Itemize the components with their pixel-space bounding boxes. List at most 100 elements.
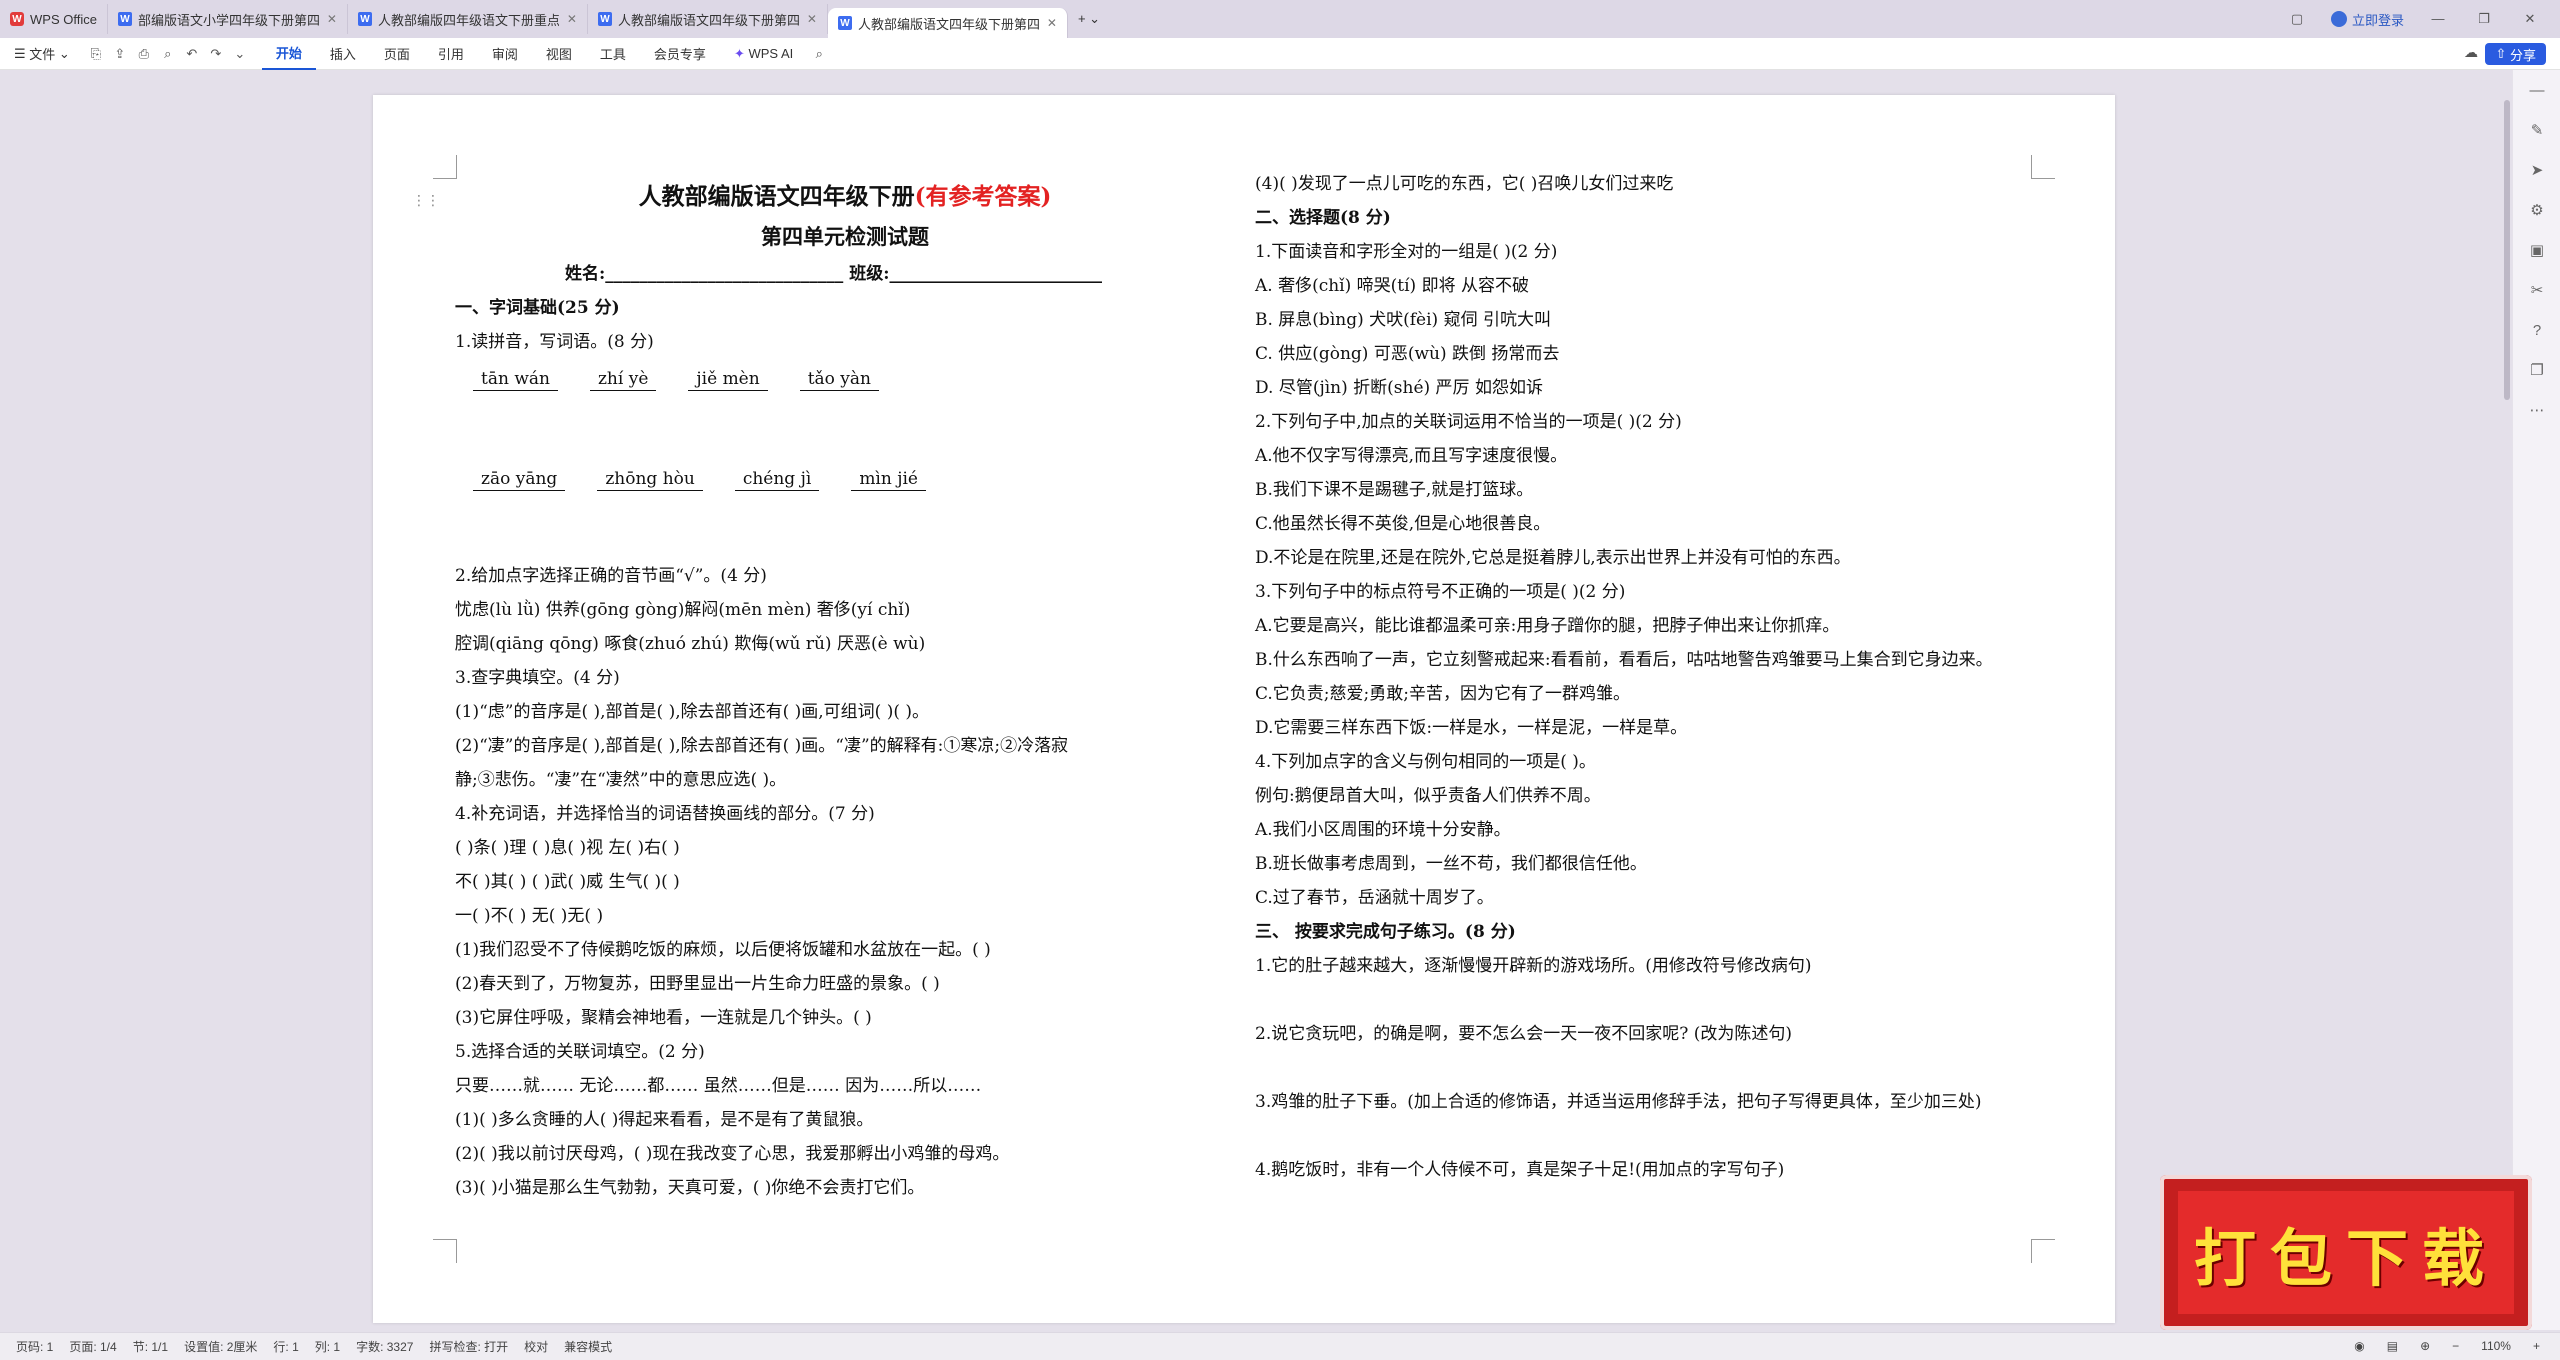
text-line: C. 供应(gòng) 可恶(wù) 跌倒 扬常而去: [1255, 344, 1560, 364]
ribbon-tab-3[interactable]: 引用: [424, 38, 478, 70]
ribbon-tab-1[interactable]: 插入: [316, 38, 370, 70]
cloud-icon[interactable]: ☁: [2464, 44, 2478, 61]
export-icon[interactable]: ⇪: [112, 46, 128, 62]
ribbon-tab-2[interactable]: 页面: [370, 38, 424, 70]
text-line: 三、 按要求完成句子练习。(8 分): [1255, 922, 1516, 942]
login-button[interactable]: 立即登录: [2330, 10, 2404, 29]
text-line: 5.选择合适的关联词填空。(2 分): [455, 1042, 705, 1062]
eye-icon[interactable]: ◉: [2354, 1339, 2364, 1353]
share-button[interactable]: ⇧ 分享: [2485, 43, 2546, 65]
status-item[interactable]: 拼写检查: 打开: [429, 1338, 508, 1355]
preview-icon[interactable]: ⌕: [160, 46, 176, 62]
close-tab-icon[interactable]: ✕: [327, 12, 337, 26]
new-tab-icon[interactable]: + ⌄: [1068, 4, 1110, 34]
word-doc-icon: W: [357, 12, 372, 26]
tab-bar: W WPS Office W 部编版语文小学四年级下册第四单元 ✕ W 人教部编版四年级语文…: [0, 0, 2560, 38]
zoom-level[interactable]: 110%: [2481, 1339, 2511, 1353]
margin-corner: [433, 155, 457, 179]
status-item[interactable]: 校对: [524, 1338, 548, 1355]
status-item: 兼容模式: [564, 1340, 613, 1354]
file-menu[interactable]: ☰ 文件 ⌄: [0, 38, 84, 70]
text-line: 不( )其( ) ( )武( )威 生气( )( ): [455, 872, 680, 892]
ribbon-tab-0[interactable]: 开始: [261, 38, 316, 70]
undo-icon[interactable]: ↶: [184, 46, 200, 62]
status-bar: 页码: 1 页面: 1/4 节: 1/1 设置值: 2厘米 行: 1 列: 1 字数: 33…: [0, 1332, 2560, 1360]
word-doc-icon: W: [837, 16, 852, 30]
settings-icon[interactable]: ⚙: [2513, 190, 2560, 230]
tab-0[interactable]: W WPS Office: [0, 4, 108, 34]
window-icon[interactable]: ▢: [2289, 11, 2305, 27]
edit-icon[interactable]: ✎: [2513, 110, 2560, 150]
restore-icon[interactable]: ❐: [2476, 11, 2492, 27]
doc-title: 人教部编版语文四年级下册(有参考答案): [638, 183, 1052, 210]
zoom-in-icon[interactable]: +: [2533, 1339, 2540, 1353]
text-line: 2.说它贪玩吧，的确是啊，要不怎么会一天一夜不回家呢? (改为陈述句): [1255, 1024, 1793, 1044]
minimize-icon[interactable]: —: [2430, 11, 2446, 27]
translate-icon[interactable]: ▣: [2513, 230, 2560, 270]
text-line: D.不论是在院里,还是在院外,它总是挺着脖儿,表示出世界上并没有可怕的东西。: [1255, 548, 1851, 568]
text-line: 静;③悲伤。“凄”在“凄然”中的意思应选( )。: [455, 770, 787, 790]
tab-4[interactable]: W 人教部编版语文四年级下册第四 ✕: [827, 8, 1068, 38]
pinyin-blank: chéng jì: [734, 468, 820, 491]
text-line: 3.查字典填空。(4 分): [455, 668, 620, 688]
select-icon[interactable]: ➤: [2513, 150, 2560, 190]
download-text: 打包下载: [2178, 1191, 2514, 1314]
wps-ai-button[interactable]: ✦ WPS AI: [720, 38, 807, 70]
text-line: C.它负责;慈爱;勇敢;辛苦，因为它有了一群鸡雏。: [1255, 684, 1630, 704]
document-page[interactable]: 人教部编版语文四年级下册(有参考答案) 第四单元检测试题 姓名:________…: [373, 95, 2115, 1323]
zoom-out-icon[interactable]: −: [2452, 1339, 2459, 1353]
text-line: 1.它的肚子越来越大，逐渐慢慢开辟新的游戏场所。(用修改符号修改病句): [1255, 956, 1812, 976]
pinyin-blank: jiě mèn: [688, 368, 768, 391]
text-line: B.我们下课不是踢毽子,就是打篮球。: [1255, 480, 1534, 500]
text-line: (2)( )我以前讨厌母鸡，( )现在我改变了心思，我爱那孵出小鸡雏的母鸡。: [455, 1144, 1010, 1164]
print-icon[interactable]: ⎙: [136, 46, 152, 62]
collapse-icon[interactable]: —: [2513, 70, 2560, 110]
help-icon[interactable]: ?: [2513, 310, 2560, 350]
scrollbar[interactable]: [2504, 100, 2510, 400]
pinyin-blank: tān wán: [473, 368, 558, 391]
ribbon-tab-5[interactable]: 视图: [532, 38, 586, 70]
more-icon[interactable]: ⌄: [232, 46, 248, 62]
word-doc-icon: W: [597, 12, 612, 26]
pinyin-row: tān wán zhí yè jiě mèn tǎo yàn: [455, 359, 1235, 399]
text-line: 腔调(qiāng qōng) 啄食(zhuó zhú) 欺侮(wǔ rǔ) 厌恶…: [455, 634, 926, 654]
text-line: 2.给加点字选择正确的音节画“√”。(4 分): [455, 566, 767, 586]
save-icon[interactable]: ⎘: [88, 46, 104, 62]
ribbon-tab-6[interactable]: 工具: [586, 38, 640, 70]
close-tab-icon[interactable]: ✕: [807, 12, 817, 26]
drag-handle-icon[interactable]: ⋮⋮: [412, 192, 440, 209]
pinyin-blank: zhōng hòu: [597, 468, 703, 491]
text-line: (1)我们忍受不了侍候鹅吃饭的麻烦，以后便将饭罐和水盆放在一起。( ): [455, 940, 991, 960]
web-icon[interactable]: ⊕: [2420, 1339, 2430, 1353]
more-icon[interactable]: ⋯: [2513, 390, 2560, 430]
close-icon[interactable]: ✕: [2522, 11, 2538, 27]
text-line: (3)它屏住呼吸，聚精会神地看，一连就是几个钟头。( ): [455, 1008, 872, 1028]
ribbon-tab-7[interactable]: 会员专享: [640, 38, 720, 70]
status-item: 字数: 3327: [356, 1340, 414, 1354]
text-line: (3)( )小猫是那么生气勃勃，天真可爱，( )你绝不会责打它们。: [455, 1178, 925, 1198]
text-line: 例句:鹅便昂首大叫，似乎责备人们供养不周。: [1255, 786, 1601, 806]
tools-icon[interactable]: ✂: [2513, 270, 2560, 310]
text-line: (1)( )多么贪睡的人( )得起来看看，是不是有了黄鼠狼。: [455, 1110, 874, 1130]
status-item: 页码: 1: [16, 1340, 54, 1354]
download-banner[interactable]: 打包下载: [2160, 1175, 2532, 1330]
tab-3[interactable]: W 人教部编版语文四年级下册第四单元 ✕: [588, 4, 828, 34]
right-sidebar: — ✎ ➤ ⚙ ▣ ✂ ? ❐ ⋯: [2512, 70, 2560, 1330]
text-line: 3.下列句子中的标点符号不正确的一项是( )(2 分): [1255, 582, 1626, 602]
text-line: [1255, 1051, 2055, 1085]
gift-icon[interactable]: ❐: [2513, 350, 2560, 390]
text-line: 忧虑(lù lǜ) 供养(gōng gòng)解闷(mēn mèn) 奢侈(yí…: [455, 600, 911, 620]
tab-2[interactable]: W 人教部编版四年级语文下册重点学校 ✕: [348, 4, 588, 34]
close-tab-icon[interactable]: ✕: [567, 12, 577, 26]
tab-1[interactable]: W 部编版语文小学四年级下册第四单元 ✕: [108, 4, 348, 34]
right-column: (4)( )发现了一点儿可吃的东西，它( )召唤儿女们过来吃 二、选择题(8 分)…: [1255, 167, 2055, 1187]
avatar: [2330, 11, 2347, 27]
redo-icon[interactable]: ↷: [208, 46, 224, 62]
ribbon-toolbar: ☰ 文件 ⌄ ⎘ ⇪ ⎙ ⌕ ↶ ↷ ⌄ 开始 插入 页面 引用 审阅 视图 工具 会员专享 …: [0, 38, 2560, 70]
search-icon[interactable]: ⌕: [811, 46, 827, 62]
text-line: A.我们小区周围的环境十分安静。: [1255, 820, 1511, 840]
layout-icon[interactable]: ▤: [2387, 1339, 2398, 1353]
close-tab-icon[interactable]: ✕: [1047, 16, 1057, 30]
text-line: D. 尽管(jìn) 折断(shé) 严厉 如怨如诉: [1255, 378, 1543, 398]
ribbon-tab-4[interactable]: 审阅: [478, 38, 532, 70]
